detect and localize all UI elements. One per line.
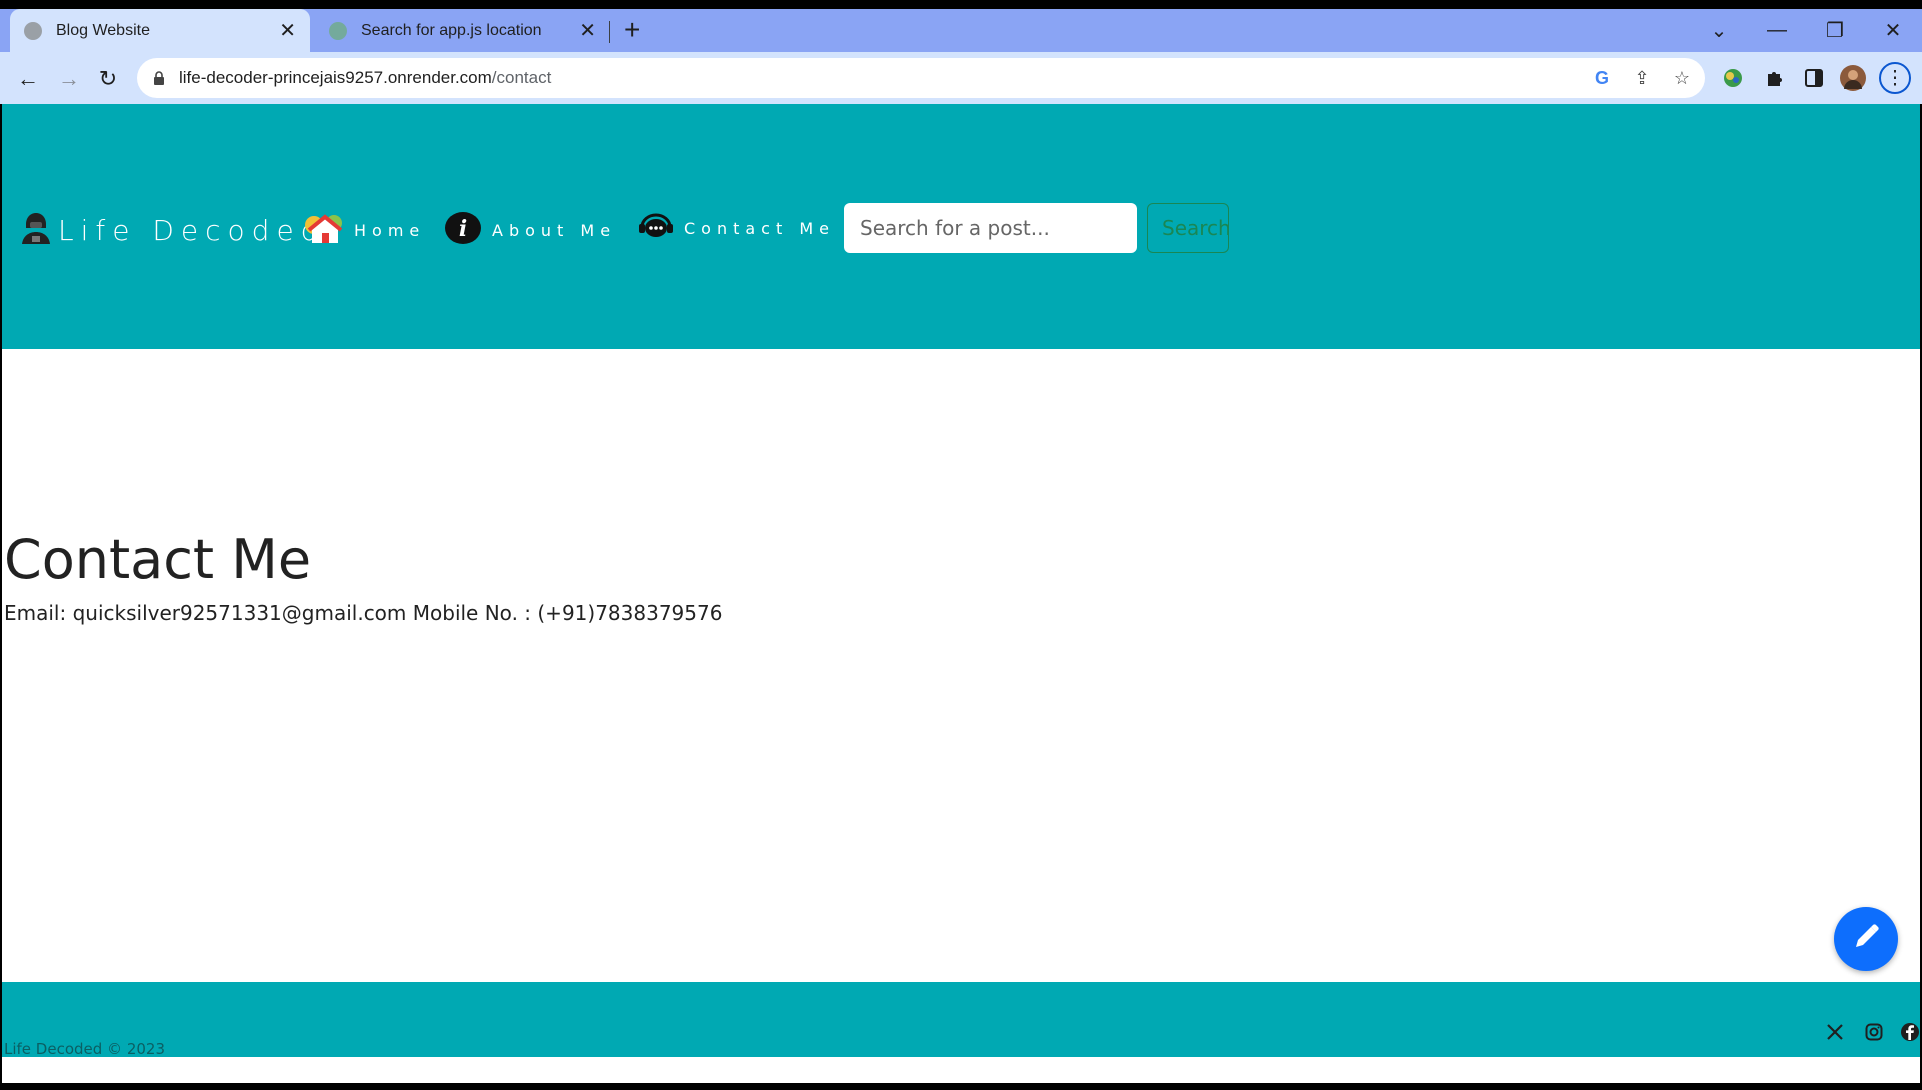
menu-kebab-icon[interactable]: ⋮ — [1879, 62, 1911, 94]
extensions-puzzle-icon[interactable] — [1760, 64, 1788, 92]
url-text: life-decoder-princejais9257.onrender.com… — [179, 68, 551, 88]
facebook-icon[interactable] — [1900, 1020, 1920, 1044]
compose-post-button[interactable] — [1834, 907, 1898, 971]
pencil-icon — [1851, 922, 1881, 957]
tab-strip: Blog Website ✕ Search for app.js locatio… — [0, 9, 1922, 52]
google-icon[interactable]: G — [1590, 66, 1614, 90]
share-icon[interactable]: ⇪ — [1630, 66, 1654, 90]
forward-button[interactable]: → — [52, 62, 86, 96]
extension-globe-icon[interactable] — [1719, 64, 1747, 92]
restore-button[interactable]: ❐ — [1806, 9, 1864, 52]
page-title: Contact Me — [4, 528, 312, 591]
bookmark-star-icon[interactable]: ☆ — [1670, 66, 1694, 90]
reload-button[interactable]: ↻ — [91, 62, 125, 96]
tab-search-appjs[interactable]: Search for app.js location ✕ — [315, 9, 610, 52]
tab-search-dropdown-icon[interactable]: ⌄ — [1690, 9, 1748, 52]
brand-link[interactable]: Life Decoded — [18, 210, 325, 251]
new-tab-button[interactable]: + — [624, 15, 640, 45]
close-window-button[interactable]: ✕ — [1864, 9, 1922, 52]
brand-name: Life Decoded — [58, 214, 326, 247]
globe-icon — [24, 21, 42, 40]
url-path: /contact — [491, 68, 552, 87]
info-icon: i — [444, 211, 482, 250]
contact-info: Email: quicksilver92571331@gmail.com Mob… — [4, 601, 723, 625]
hacker-icon — [18, 210, 54, 251]
lock-icon[interactable] — [151, 70, 167, 86]
x-icon[interactable] — [1823, 1020, 1847, 1044]
search-input[interactable] — [844, 203, 1137, 253]
nav-link-label: About Me — [492, 221, 617, 240]
tab-title: Blog Website — [56, 21, 150, 39]
search-button[interactable]: Search — [1147, 203, 1229, 253]
address-bar[interactable]: life-decoder-princejais9257.onrender.com… — [137, 58, 1705, 98]
nav-link-label: Home — [354, 221, 426, 240]
instagram-icon[interactable] — [1862, 1020, 1886, 1044]
tab-blog-website[interactable]: Blog Website ✕ — [10, 9, 310, 52]
site-footer: Life Decoded © 2023 — [2, 982, 1920, 1058]
nav-link-home[interactable]: Home — [304, 211, 425, 250]
profile-avatar[interactable] — [1839, 64, 1867, 92]
close-icon[interactable]: ✕ — [279, 18, 296, 43]
browser-toolbar: ← → ↻ life-decoder-princejais9257.onrend… — [0, 52, 1922, 104]
close-icon[interactable]: ✕ — [579, 18, 596, 43]
nav-link-contact[interactable]: Contact Me — [638, 211, 835, 246]
nav-link-label: Contact Me — [684, 219, 835, 238]
site-navbar: Life Decoded Home i About Me Contact Me … — [2, 104, 1920, 349]
minimize-button[interactable]: — — [1748, 9, 1806, 52]
tab-title: Search for app.js location — [361, 21, 542, 39]
page-bottom — [2, 1057, 1920, 1086]
back-button[interactable]: ← — [11, 62, 45, 96]
nav-link-about[interactable]: i About Me — [444, 211, 616, 250]
tab-separator — [609, 21, 610, 43]
web-page: Life Decoded Home i About Me Contact Me … — [0, 104, 1922, 1086]
support-headset-icon — [638, 211, 674, 246]
copyright-text: Life Decoded © 2023 — [4, 1040, 165, 1058]
house-icon — [304, 211, 344, 250]
chatgpt-icon — [329, 21, 347, 40]
url-host: life-decoder-princejais9257.onrender.com — [179, 68, 492, 87]
svg-text:i: i — [459, 216, 467, 242]
side-panel-icon[interactable] — [1800, 64, 1828, 92]
